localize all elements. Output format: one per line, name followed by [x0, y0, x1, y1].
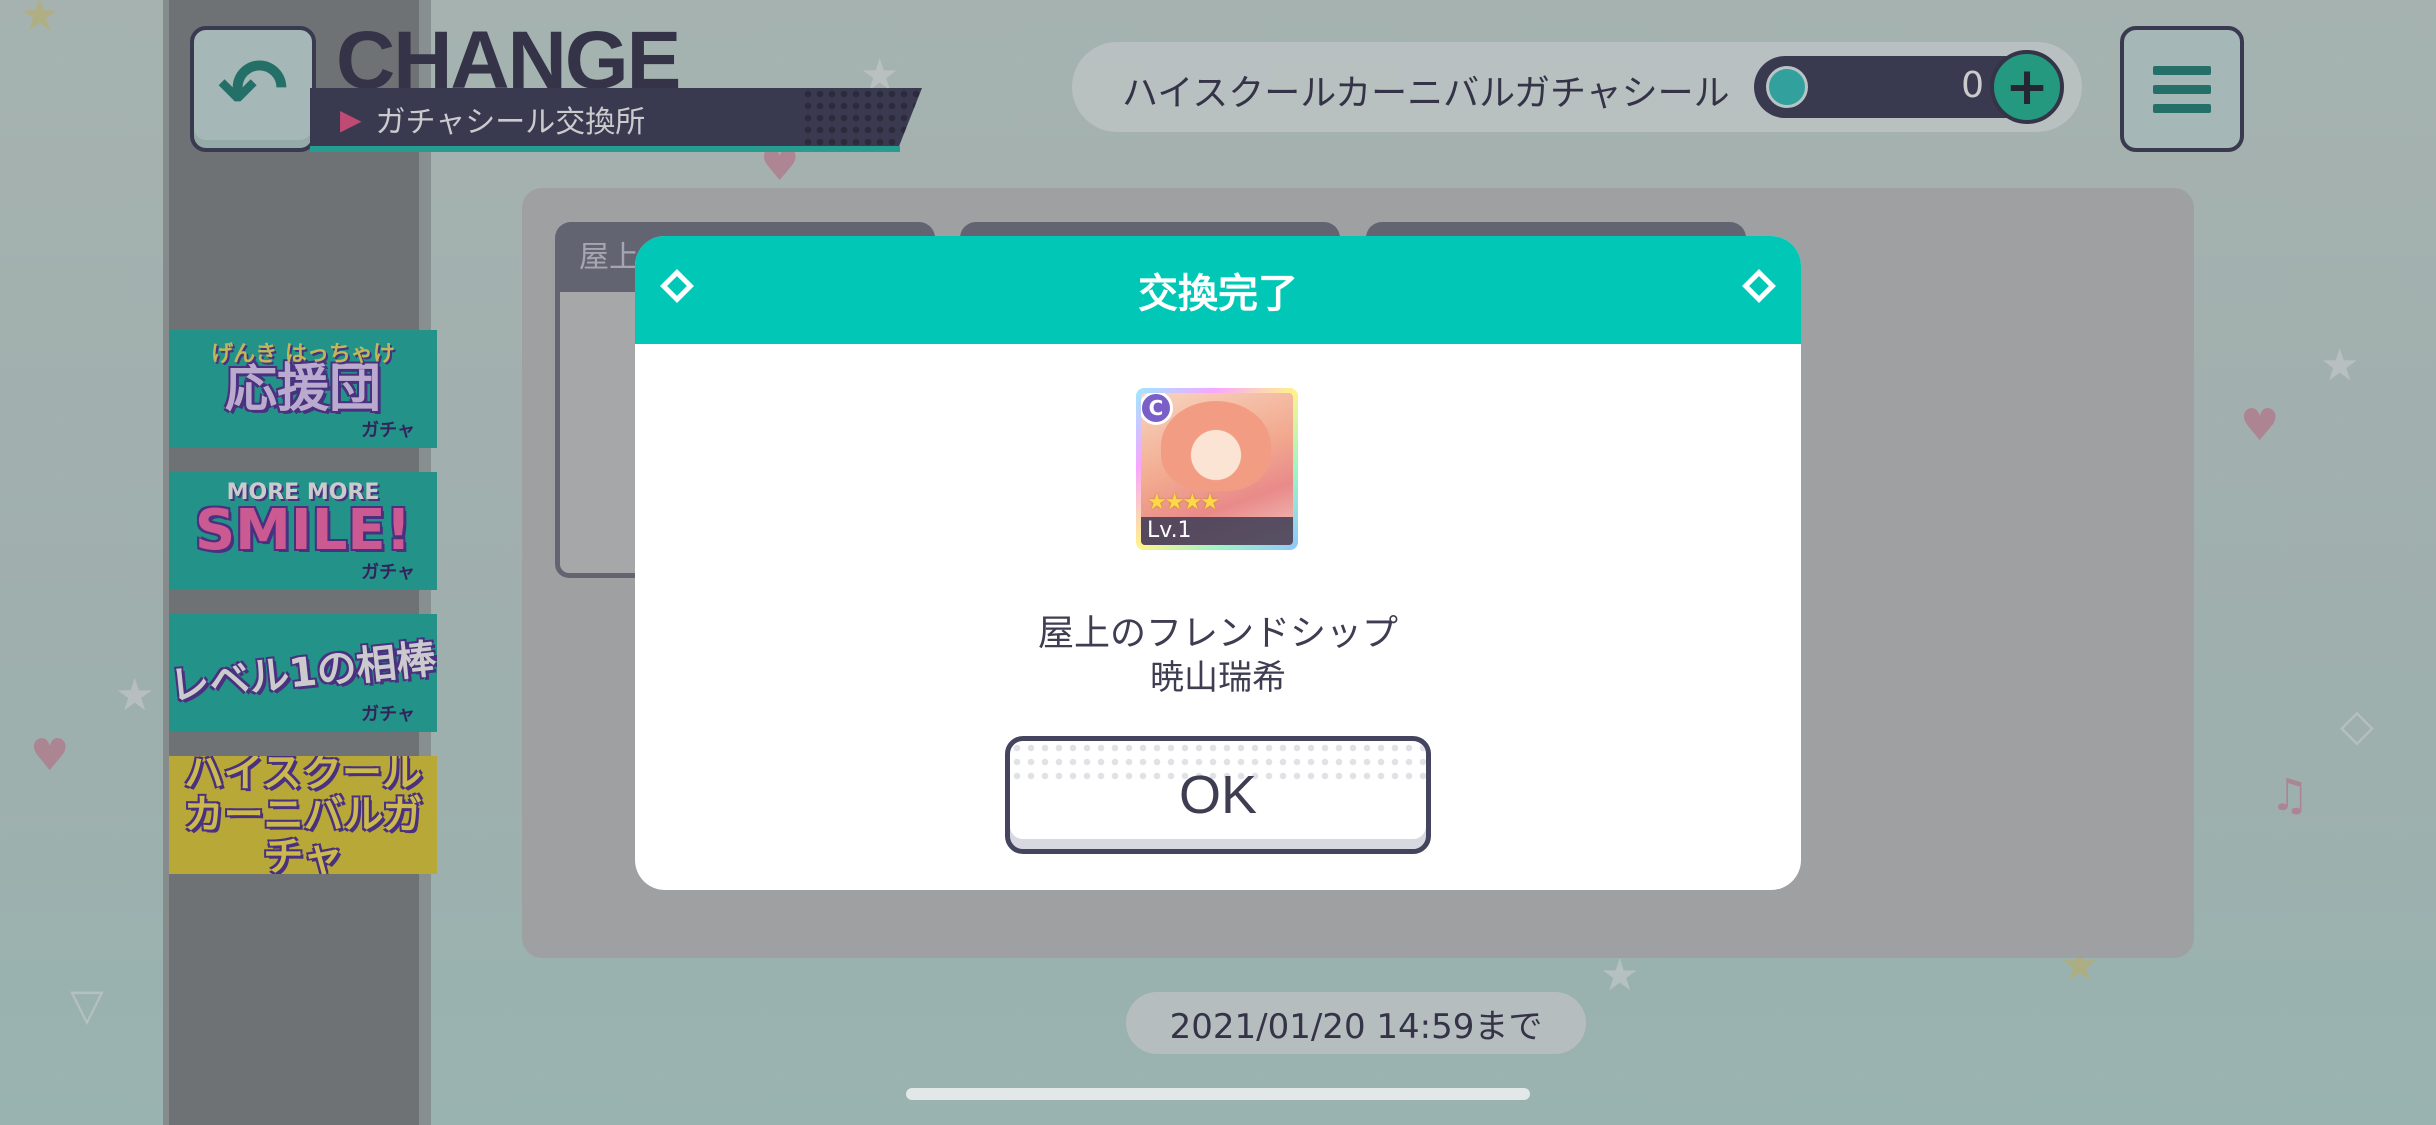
- diamond-icon: [1742, 269, 1776, 303]
- exchange-complete-dialog: 交換完了 C ★★★★ Lv.1 屋上のフレンドシップ 暁山瑞希 OK: [635, 236, 1801, 890]
- character-name: 暁山瑞希: [1150, 658, 1286, 698]
- app-screen: ★ ★ ♥ ★ ♥ ◇ ♫ ♥ ★ ▽ ★ ★ げんき はっちゃけ 応援団 ガチ…: [0, 0, 2436, 1125]
- rarity-stars: ★★★★: [1147, 490, 1220, 515]
- card-art: C ★★★★ Lv.1: [1141, 393, 1293, 545]
- home-indicator[interactable]: [906, 1088, 1530, 1100]
- cute-attribute-icon: C: [1141, 393, 1173, 425]
- card-level: Lv.1: [1141, 517, 1293, 545]
- card-thumbnail: C ★★★★ Lv.1: [1136, 388, 1298, 550]
- card-name: 屋上のフレンドシップ: [1037, 613, 1398, 654]
- ok-button[interactable]: OK: [1005, 736, 1431, 854]
- ok-button-label: OK: [1178, 765, 1258, 825]
- character-portrait: [1161, 401, 1271, 491]
- diamond-icon: [660, 269, 694, 303]
- dialog-header: 交換完了: [635, 236, 1801, 344]
- dialog-title: 交換完了: [1138, 271, 1298, 317]
